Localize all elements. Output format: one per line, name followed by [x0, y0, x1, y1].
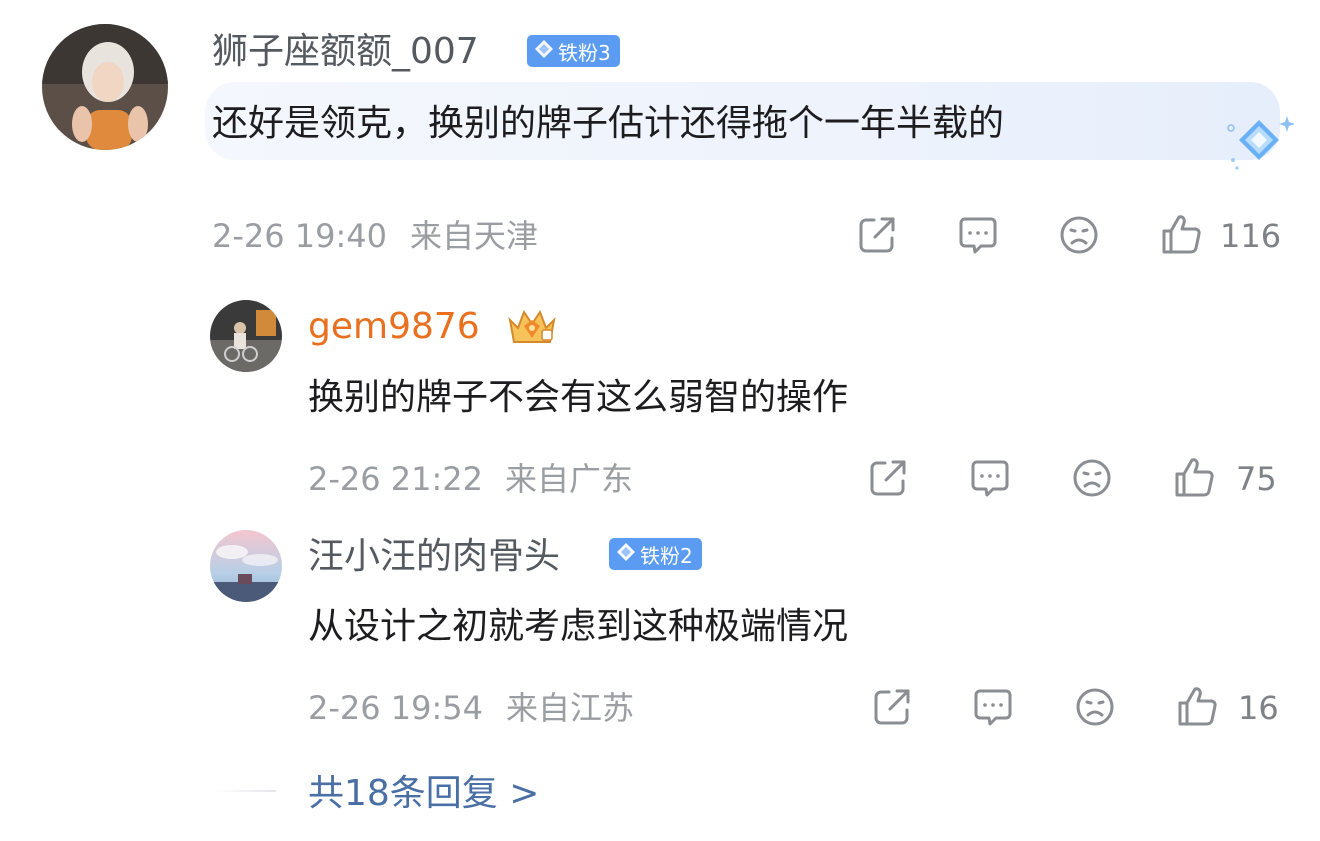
sad-face-icon[interactable] — [1071, 457, 1113, 499]
reply-avatar[interactable] — [210, 530, 282, 602]
comment-time: 2-26 19:40 — [212, 217, 388, 255]
reply-username[interactable]: 汪小汪的肉骨头 — [308, 535, 560, 579]
gem-decoration-icon — [1215, 108, 1301, 180]
commenter-avatar[interactable] — [42, 24, 168, 150]
reply-location: 来自广东 — [505, 460, 634, 498]
thumbs-up-icon[interactable] — [1176, 684, 1220, 728]
commenter-name[interactable]: 狮子座额额_007 — [212, 30, 479, 74]
diamond-icon — [615, 541, 637, 568]
reply-location: 来自江苏 — [506, 689, 635, 727]
reply-avatar[interactable] — [210, 300, 282, 372]
share-icon[interactable] — [871, 686, 913, 728]
thumbs-up-icon[interactable] — [1173, 455, 1217, 499]
share-icon[interactable] — [867, 457, 909, 499]
sad-face-icon[interactable] — [1074, 686, 1116, 728]
comment-location: 来自天津 — [410, 217, 539, 255]
sad-face-icon[interactable] — [1058, 214, 1100, 256]
comment-icon[interactable] — [957, 214, 999, 256]
like-count: 16 — [1238, 689, 1279, 727]
badge-label: 铁粉2 — [640, 543, 693, 568]
like-count: 75 — [1236, 460, 1277, 498]
reply-text: 从设计之初就考虑到这种极端情况 — [308, 606, 849, 647]
reply-time: 2-26 19:54 — [308, 689, 484, 727]
like-count: 116 — [1220, 217, 1282, 255]
badge-label: 铁粉3 — [558, 40, 611, 65]
more-replies-divider — [212, 790, 276, 792]
more-replies-link[interactable]: 共18条回复 > — [308, 772, 539, 816]
fan-level-badge[interactable]: 铁粉2 — [609, 538, 702, 570]
comment-icon[interactable] — [972, 686, 1014, 728]
diamond-icon — [533, 38, 555, 65]
share-icon[interactable] — [856, 214, 898, 256]
reply-text: 换别的牌子不会有这么弱智的操作 — [308, 377, 849, 418]
reply-username[interactable]: gem9876 — [308, 305, 480, 349]
reply-time: 2-26 21:22 — [308, 460, 484, 498]
crown-badge-icon[interactable] — [504, 304, 560, 352]
fan-level-badge[interactable]: 铁粉3 — [527, 35, 620, 67]
thumbs-up-icon[interactable] — [1160, 212, 1204, 256]
comment-icon[interactable] — [969, 457, 1011, 499]
comment-text: 还好是领克，换别的牌子估计还得拖个一年半载的 — [212, 103, 1005, 144]
